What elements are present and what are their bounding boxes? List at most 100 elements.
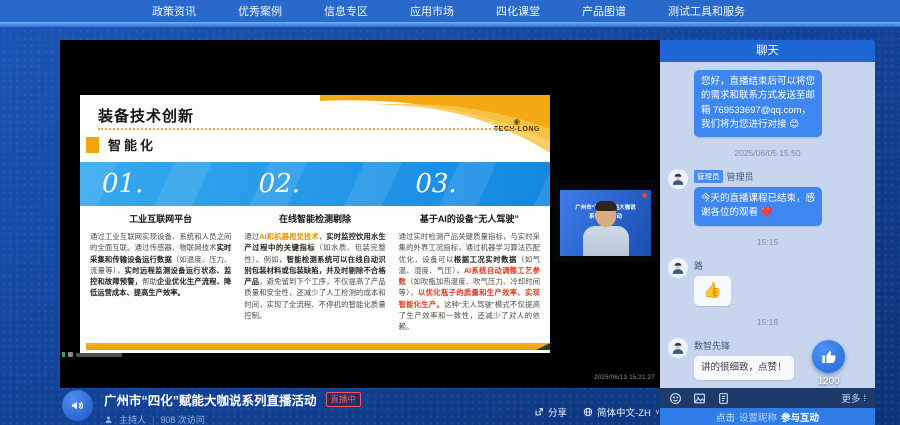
image-icon[interactable] [693,392,706,405]
chat-name-row: 管理员 管理员 [694,170,822,183]
nav-item[interactable]: 应用市场 [410,3,454,19]
chat-avatar [668,169,688,189]
slide-number: 02. [237,162,394,206]
nav-item[interactable]: 产品图谱 [582,3,626,19]
chat-timestamp: 15:18 [757,317,778,327]
chat-row: 15:15 [668,234,867,250]
chat-bubble: 今天的直播课程已结束，感谢各位的观看 ❤️ [694,187,822,226]
slide-column-heading: 在线智能检测剔除 [244,212,385,225]
chat-panel: 聊天 您好，直播结束后可以将您的需求和联系方式发送至邮箱 769533697@q… [660,40,875,425]
chat-row: 15:18 [668,314,867,330]
stream-avatar[interactable] [62,390,93,421]
slide-column: 在线智能检测剔除 通过AI和机器视觉技术，实时监控饮用水生产过程中的关键指标（如… [244,212,385,333]
stream-info-bar: 广州市“四化”赋能大咖说系列直播活动 直播中 主持人 | 908 次访问 分享 [60,388,660,425]
nav-items: 政策资讯 优秀案例 信息专区 应用市场 四化课堂 产品图谱 测试工具和服务 [152,0,745,22]
slide-title: 装备技术创新 [98,105,194,126]
stream-meta: 广州市“四化”赋能大咖说系列直播活动 直播中 主持人 | 908 次访问 [104,390,361,425]
slide-column-body: 通过AI和机器视觉技术，实时监控饮用水生产过程中的关键指标（如水质、包装完整性）… [244,231,385,321]
slide-footer-bar [86,343,550,350]
like-button[interactable] [812,340,845,373]
backdrop-logo-dot [642,193,647,198]
chat-username: 路 [694,259,703,272]
top-nav: 政策资讯 优秀案例 信息专区 应用市场 四化课堂 产品图谱 测试工具和服务 [0,0,900,22]
megaphone-icon [70,398,85,413]
chat-message: 管理员 管理员 今天的直播课程已结束，感谢各位的观看 ❤️ [694,169,822,226]
vertical-dots-icon: ⁞ [863,393,866,404]
slide-column-body: 通过工业互联网实现设备、系统和人员之间的全面互联。通过传感器、物联网技术实时采集… [90,231,231,299]
participate-label[interactable]: 参与互动 [781,410,819,424]
share-icon [534,407,544,417]
host-label: 主持人 [119,413,146,425]
share-button[interactable]: 分享 [534,405,567,419]
chat-toolbar: 更多 ⁞ [660,388,875,408]
chat-avatar [668,338,688,358]
slide-number-banner: 01. 02. 03. [80,162,550,206]
chat-bubble: 讲的很细致，点赞！ [694,356,794,380]
chat-timestamp: 15:15 [757,237,778,247]
annotation-text-blur [76,353,122,357]
more-button[interactable]: 更多 ⁞ [841,391,866,405]
meta-divider: | [152,415,154,425]
thumbs-up-icon [821,349,837,365]
stream-title: 广州市“四化”赋能大咖说系列直播活动 [104,390,317,409]
chat-row: 您好，直播结束后可以将您的需求和联系方式发送至邮箱 769533697@qq.c… [668,70,867,137]
video-player[interactable]: TECH-LONG 装备技术创新 智能化 01. 02. 03. [60,40,660,388]
person-icon [671,341,685,355]
tech-long-logo: TECH-LONG [494,117,540,133]
chat-row: 管理员 管理员 今天的直播课程已结束，感谢各位的观看 ❤️ [668,169,867,226]
presentation-slide: TECH-LONG 装备技术创新 智能化 01. 02. 03. [80,95,550,353]
view-count: 908 次访问 [160,413,205,425]
like-widget: 1200 [812,340,845,387]
chat-timestamp: 2025/06/05 15:50 [734,148,800,158]
nav-item[interactable]: 信息专区 [324,3,368,19]
chat-avatar [668,258,688,278]
annotation-dot [68,352,73,357]
nav-item[interactable]: 四化课堂 [496,3,540,19]
speaker-backdrop: 广州市“四化”赋能大咖说 系列直播活动 [560,190,651,256]
slide-subtitle-text: 智能化 [108,135,156,154]
like-count: 1200 [812,376,845,387]
slide-number: 01. [80,162,237,206]
nav-item[interactable]: 优秀案例 [238,3,282,19]
orange-square-bullet [86,137,99,153]
chat-action-bar[interactable]: 点击 设置昵称 参与互动 [660,408,875,425]
slide-number: 03. [393,162,550,206]
chat-row: 2025/06/05 15:50 [668,145,867,161]
page: 政策资讯 优秀案例 信息专区 应用市场 四化课堂 产品图谱 测试工具和服务 TE… [0,0,900,425]
set-nickname-link[interactable]: 设置昵称 [739,410,777,424]
tab-chat[interactable]: 聊天 [660,40,875,62]
chat-username: 管理员 [727,170,754,183]
globe-icon [583,407,593,417]
video-timestamp: 2025/06/13 15:21:27 [594,375,655,381]
chat-message: 数智先锋 讲的很细致，点赞！ [694,338,794,380]
admin-badge: 管理员 [694,170,723,183]
host-person-icon [104,415,113,424]
chat-bubble: 👍 [694,276,731,307]
speaker-head [596,204,616,227]
slide-column: 工业互联网平台 通过工业互联网实现设备、系统和人员之间的全面互联。通过传感器、物… [90,212,231,333]
speaker-body [583,226,629,256]
nav-item[interactable]: 政策资讯 [152,3,196,19]
stream-actions: 分享 简体中文-ZH ∨ [534,405,660,419]
person-icon [671,172,685,186]
chat-name-row: 数智先锋 [694,339,794,352]
annotation-dot [62,352,65,357]
slide-annotation-marks [62,352,122,357]
notes-icon[interactable] [717,392,730,405]
slide-column-heading: 基于AI的设备“无人驾驶” [399,212,540,225]
nav-highlight-strip [0,22,900,27]
slide-column-body: 通过实时检测产品关键质量指标，与实时采集的外界工况指标，通过机器学习算法匹配优化… [399,231,540,333]
chat-username: 数智先锋 [694,339,730,352]
slide-column: 基于AI的设备“无人驾驶” 通过实时检测产品关键质量指标，与实时采集的外界工况指… [399,212,540,333]
slide-divider [98,128,518,130]
chat-bubble: 您好，直播结束后可以将您的需求和联系方式发送至邮箱 769533697@qq.c… [694,70,822,137]
language-selector[interactable]: 简体中文-ZH ∨ [583,405,660,419]
person-icon [671,261,685,275]
live-badge: 直播中 [326,392,362,407]
chat-row: 路 👍 [668,258,867,307]
emoji-icon[interactable] [669,392,682,405]
slide-column-heading: 工业互联网平台 [90,212,231,225]
nav-item[interactable]: 测试工具和服务 [668,3,745,19]
speaker-thumbnail[interactable]: 广州市“四化”赋能大咖说 系列直播活动 [553,180,658,262]
slide-subtitle: 智能化 [86,135,156,154]
